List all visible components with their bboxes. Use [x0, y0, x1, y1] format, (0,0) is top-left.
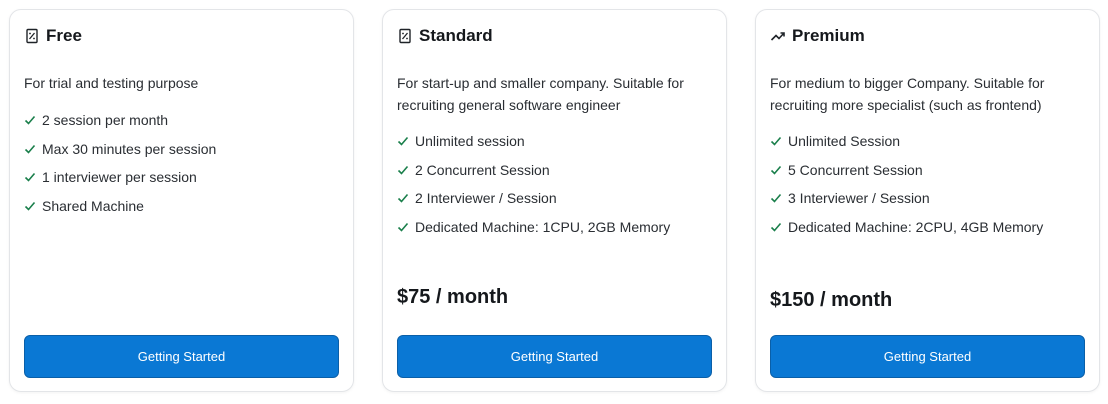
feature-label: Dedicated Machine: 1CPU, 2GB Memory	[415, 218, 671, 235]
feature-label: 1 interviewer per session	[42, 169, 197, 186]
feature-label: Unlimited session	[415, 133, 525, 150]
getting-started-button[interactable]: Getting Started	[397, 335, 712, 378]
feature-label: 5 Concurrent Session	[788, 161, 923, 178]
feature-item: 3 Interviewer / Session	[770, 184, 1043, 213]
check-icon	[770, 165, 782, 175]
plan-description: For trial and testing purpose	[24, 75, 199, 91]
check-icon	[397, 137, 409, 146]
feature-list: 2 session per month Max 30 minutes per s…	[24, 106, 216, 220]
plan-header: Free	[24, 26, 82, 46]
plan-card-premium: Premium For medium to bigger Company. Su…	[755, 9, 1100, 392]
feature-label: 2 Concurrent Session	[415, 161, 550, 178]
feature-item: Shared Machine	[24, 192, 216, 221]
plan-header: Premium	[770, 26, 865, 46]
check-icon	[770, 137, 782, 146]
plan-description: For start-up and smaller company. Suitab…	[397, 75, 684, 113]
trending-up-icon	[770, 32, 785, 41]
plan-card-standard: Standard For start-up and smaller compan…	[382, 9, 727, 392]
getting-started-button[interactable]: Getting Started	[24, 335, 339, 378]
feature-label: 2 Interviewer / Session	[415, 190, 557, 207]
check-icon	[397, 165, 409, 175]
receipt-icon	[399, 28, 411, 44]
check-icon	[397, 194, 409, 203]
feature-label: Dedicated Machine: 2CPU, 4GB Memory	[788, 218, 1044, 235]
plan-title: Free	[46, 26, 82, 45]
feature-item: Dedicated Machine: 1CPU, 2GB Memory	[397, 213, 670, 242]
feature-item: 2 Concurrent Session	[397, 156, 670, 185]
feature-label: 3 Interviewer / Session	[788, 190, 930, 207]
getting-started-button[interactable]: Getting Started	[770, 335, 1085, 378]
feature-item: 2 session per month	[24, 106, 216, 135]
plan-description: For medium to bigger Company. Suitable f…	[770, 75, 1045, 113]
plan-title: Standard	[419, 26, 493, 45]
feature-label: Max 30 minutes per session	[42, 140, 217, 157]
feature-list: Unlimited Session 5 Concurrent Session 3…	[770, 127, 1043, 241]
feature-list: Unlimited session 2 Concurrent Session 2…	[397, 127, 670, 241]
check-icon	[397, 222, 409, 232]
check-icon	[24, 201, 36, 211]
feature-item: Unlimited Session	[770, 127, 1043, 156]
check-icon	[24, 116, 36, 125]
check-icon	[770, 194, 782, 203]
check-icon	[24, 144, 36, 154]
plan-header: Standard	[397, 26, 493, 46]
feature-label: Shared Machine	[42, 197, 144, 214]
check-icon	[24, 173, 36, 182]
plan-card-free: Free For trial and testing purpose 2 ses…	[9, 9, 354, 392]
check-icon	[770, 222, 782, 232]
feature-label: 2 session per month	[42, 112, 169, 129]
plan-price: $150 / month	[770, 289, 893, 311]
feature-item: Unlimited session	[397, 127, 670, 156]
plan-price: $75 / month	[397, 286, 509, 308]
feature-item: 1 interviewer per session	[24, 163, 216, 192]
feature-item: 5 Concurrent Session	[770, 156, 1043, 185]
feature-item: 2 Interviewer / Session	[397, 184, 670, 213]
feature-label: Unlimited Session	[788, 133, 901, 150]
plan-title: Premium	[792, 26, 865, 45]
feature-item: Dedicated Machine: 2CPU, 4GB Memory	[770, 213, 1043, 242]
feature-item: Max 30 minutes per session	[24, 135, 216, 164]
receipt-icon	[26, 28, 38, 44]
